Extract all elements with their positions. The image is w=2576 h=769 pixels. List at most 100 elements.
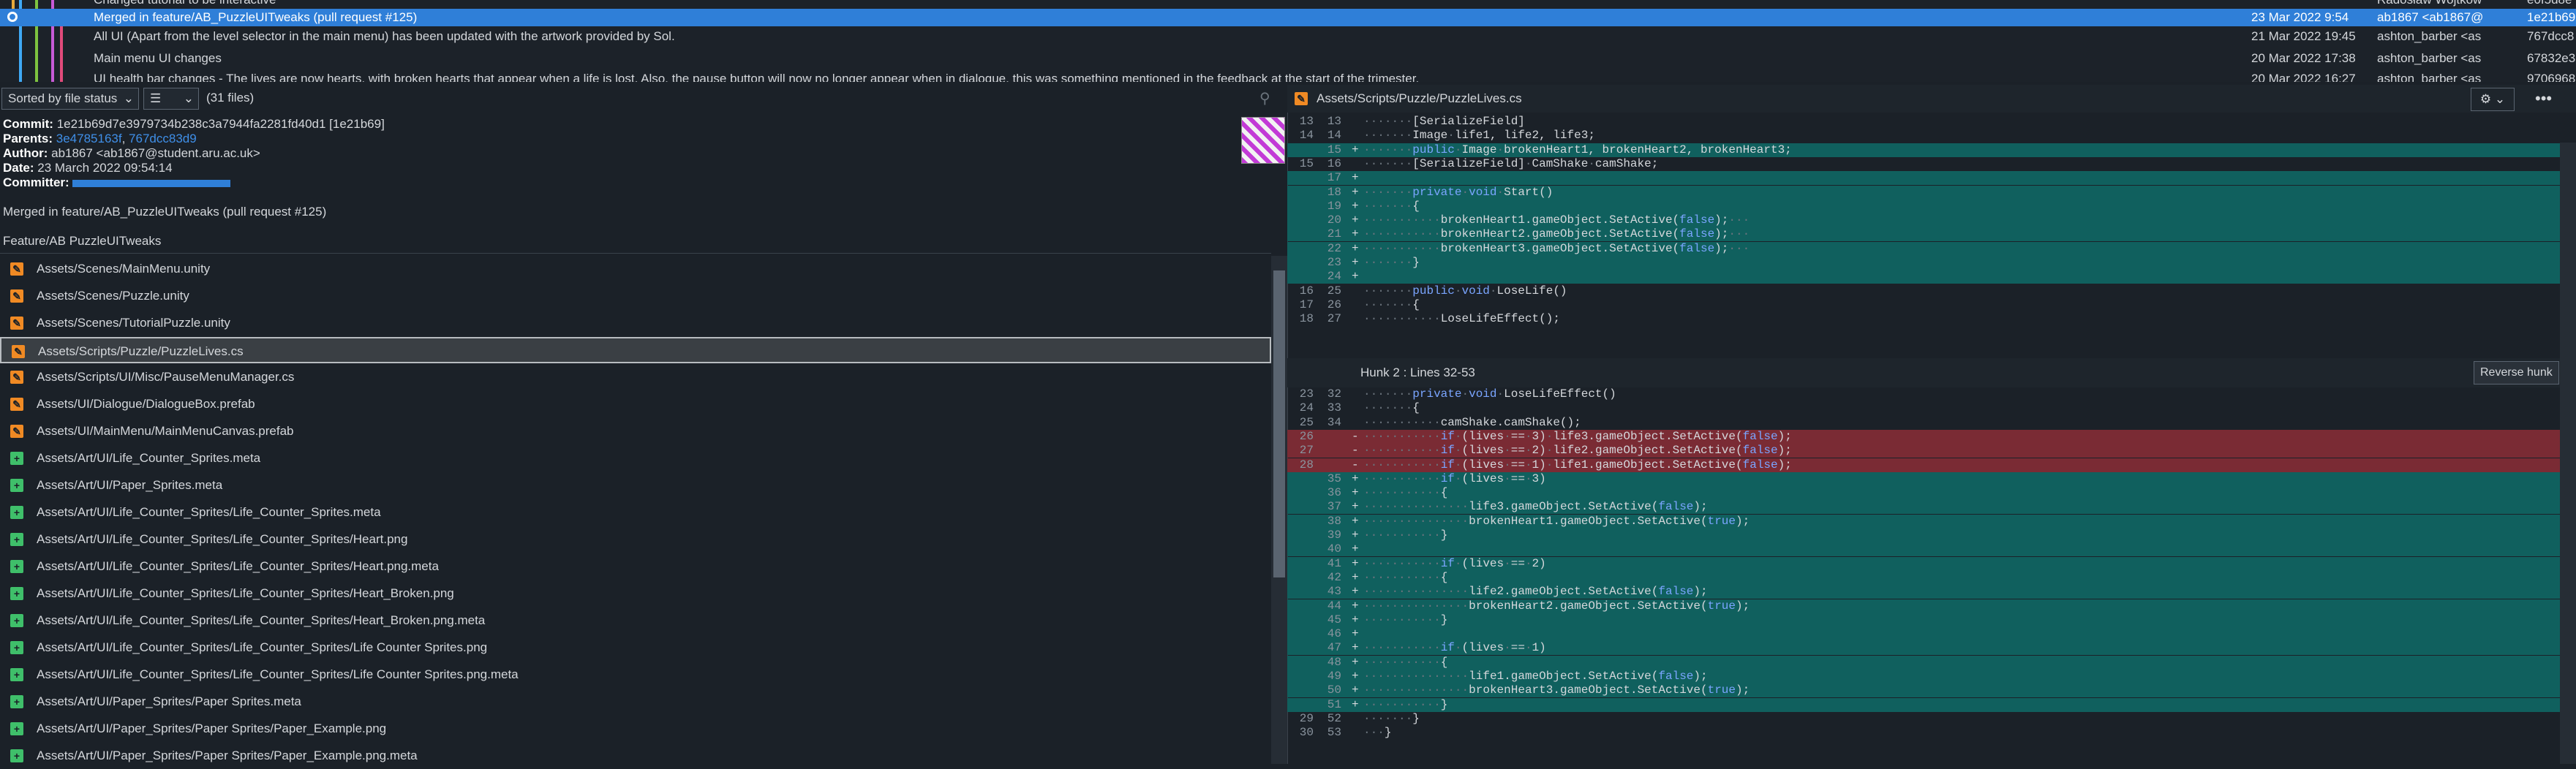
scrollbar[interactable] (1271, 256, 1287, 764)
modified-file-icon: ✎ (10, 398, 23, 411)
file-row[interactable]: + Assets/Art/UI/Paper_Sprites/Paper Sprit… (0, 716, 1271, 742)
date-value: 23 March 2022 09:54:14 (37, 161, 173, 175)
commit-row[interactable]: Main menu UI changes 20 Mar 2022 17:38 a… (0, 50, 2576, 67)
file-path: Assets/Scenes/MainMenu.unity (37, 262, 211, 276)
diff-marker: + (1352, 641, 1359, 655)
search-icon[interactable]: ⚲ (1259, 89, 1270, 107)
diff-line: 14 14 ·······Image·life1, life2, life3; (1287, 129, 2560, 143)
file-path: Assets/Art/UI/Paper_Sprites.meta (37, 478, 223, 492)
chevron-down-icon: ⌄ (183, 91, 194, 105)
parent-link[interactable]: 3e4785163f (56, 132, 122, 145)
file-row[interactable]: + Assets/Art/UI/Life_Counter_Sprites/Life… (0, 526, 1271, 553)
added-file-icon: + (10, 533, 23, 546)
commit-hash: e0f5d8e (2527, 0, 2572, 9)
file-row[interactable]: + Assets/Art/UI/Life_Counter_Sprites.meta (0, 445, 1271, 471)
diff-line: 43 + ···············life2.gameObject.SetAc… (1287, 585, 2560, 599)
file-row[interactable]: + Assets/Art/UI/Life_Counter_Sprites/Life… (0, 580, 1271, 607)
code-text: ···········camShake.camShake(); (1363, 415, 1581, 429)
diff-marker: + (1352, 486, 1359, 500)
new-line-number: 21 (1327, 227, 1341, 241)
new-line-number: 42 (1327, 570, 1341, 584)
commit-row[interactable]: Changed tutorial to be interactive Rados… (0, 0, 2576, 9)
added-file-icon: + (10, 560, 23, 573)
more-icon[interactable]: ••• (2535, 85, 2552, 113)
diff-marker: + (1352, 627, 1359, 641)
added-file-icon: + (10, 722, 23, 735)
parent-link[interactable]: 767dcc83d9 (129, 132, 197, 145)
modified-file-icon: ✎ (10, 317, 23, 330)
file-path: Assets/Scenes/Puzzle.unity (37, 289, 189, 303)
new-line-number: 53 (1327, 726, 1341, 740)
code-text: ···········} (1363, 697, 1448, 711)
diff-marker: + (1352, 185, 1359, 199)
file-row[interactable]: + Assets/Art/UI/Life_Counter_Sprites/Life… (0, 662, 1271, 688)
code-text: ·······} (1363, 711, 1420, 725)
file-row[interactable]: + Assets/Art/UI/Paper_Sprites.meta (0, 472, 1271, 499)
file-row[interactable]: + Assets/Art/UI/Life_Counter_Sprites/Life… (0, 499, 1271, 526)
commit-author: Radosław Wojtków (2377, 0, 2482, 9)
commit-row[interactable]: All UI (Apart from the level selector in… (0, 28, 2576, 45)
diff-line: 15 16 ·······[SerializeField]·CamShake·cam… (1287, 157, 2560, 171)
parents-label: Parents: (3, 132, 53, 145)
diff-file-path: Assets/Scripts/Puzzle/PuzzleLives.cs (1317, 91, 1522, 105)
diff-marker: + (1352, 613, 1359, 626)
committer-label: Committer: (3, 175, 69, 189)
diff-marker: + (1352, 683, 1359, 697)
gear-icon[interactable]: ⚙ ⌄ (2471, 88, 2515, 111)
file-row[interactable]: + Assets/Art/UI/Life_Counter_Sprites/Life… (0, 553, 1271, 580)
diff-line: 26 - ···········if·(lives·==·3)·life3.game… (1287, 429, 2560, 444)
diff-line: 42 + ···········{ (1287, 570, 2560, 585)
modified-file-icon: ✎ (10, 289, 23, 303)
file-row[interactable]: ✎ Assets/Scenes/TutorialPuzzle.unity (0, 310, 1271, 336)
commit-hash: 1e21b69 (2527, 10, 2576, 24)
file-row[interactable]: ✎ Assets/UI/Dialogue/DialogueBox.prefab (0, 391, 1271, 417)
new-line-number: 36 (1327, 486, 1341, 500)
file-path: Assets/Scripts/Puzzle/PuzzleLives.cs (38, 344, 244, 358)
code-text: ···········{ (1363, 655, 1448, 669)
file-row[interactable]: + Assets/Art/UI/Life_Counter_Sprites/Life… (0, 607, 1271, 634)
diff-line: 46 + (1287, 627, 2560, 642)
code-text: ·······{ (1363, 401, 1420, 415)
file-row[interactable]: ✎ Assets/Scripts/Puzzle/PuzzleLives.cs (0, 337, 1271, 363)
file-path: Assets/Art/UI/Paper_Sprites/Paper Sprite… (37, 749, 418, 762)
file-path: Assets/Scripts/UI/Misc/PauseMenuManager.… (37, 370, 295, 384)
commit-date: 20 Mar 2022 17:38 (2251, 51, 2356, 65)
new-line-number: 27 (1327, 312, 1341, 326)
parents-line: Parents: 3e4785163f, 767dcc83d9 (3, 132, 197, 145)
view-mode-dropdown[interactable]: ☰ ⌄ (143, 88, 199, 110)
file-row[interactable]: ✎ Assets/UI/MainMenu/MainMenuCanvas.prefa… (0, 418, 1271, 444)
new-line-number: 19 (1327, 199, 1341, 213)
commit-row-selected[interactable]: Merged in feature/AB_PuzzleUITweaks (pul… (0, 9, 2576, 26)
diff-line: 36 + ···········{ (1287, 486, 2560, 501)
hunk-header: Hunk 2 : Lines 32-53 (1360, 365, 1475, 379)
reverse-hunk-button[interactable]: Reverse hunk (2474, 361, 2559, 384)
diff-line: 23 32 ·······private·void·LoseLifeEffect() (1287, 387, 2560, 401)
old-line-number: 18 (1299, 312, 1314, 326)
list-icon: ☰ (150, 91, 162, 105)
code-text: ·······[SerializeField] (1363, 115, 1525, 128)
file-row[interactable]: + Assets/Art/UI/Life_Counter_Sprites/Life… (0, 634, 1271, 661)
old-line-number: 13 (1299, 115, 1314, 128)
file-row[interactable]: ✎ Assets/Scenes/Puzzle.unity (0, 283, 1271, 309)
file-path: Assets/Art/UI/Paper_Sprites/Paper Sprite… (37, 694, 301, 708)
commit-row[interactable]: UI health bar changes - The lives are no… (0, 70, 2576, 82)
file-row[interactable]: + Assets/Art/UI/Paper_Sprites/Paper Sprit… (0, 689, 1271, 715)
new-line-number: 24 (1327, 270, 1341, 284)
scrollbar-thumb[interactable] (1273, 270, 1285, 577)
diff-marker: - (1352, 458, 1359, 471)
code-text: ···········if·(lives·==·1)·life1.gameObj… (1363, 458, 1792, 471)
diff-line: 47 + ···········if·(lives·==·1) (1287, 641, 2560, 656)
diff-line: 18 27 ···········LoseLifeEffect(); (1287, 312, 2560, 326)
file-row[interactable]: ✎ Assets/Scripts/UI/Misc/PauseMenuManager… (0, 364, 1271, 390)
diff-scrollbar[interactable] (2560, 143, 2576, 764)
file-row[interactable]: ✎ Assets/Scenes/MainMenu.unity (0, 256, 1271, 282)
new-line-number: 44 (1327, 599, 1341, 613)
file-count: (31 files) (206, 91, 255, 105)
added-file-icon: + (10, 641, 23, 654)
new-line-number: 35 (1327, 471, 1341, 485)
file-row[interactable]: + Assets/Art/UI/Paper_Sprites/Paper Sprit… (0, 743, 1271, 769)
sort-dropdown[interactable]: Sorted by file status ⌄ (1, 88, 139, 110)
diff-marker: + (1352, 256, 1359, 269)
diff-marker: + (1352, 655, 1359, 669)
diff-marker: + (1352, 199, 1359, 213)
